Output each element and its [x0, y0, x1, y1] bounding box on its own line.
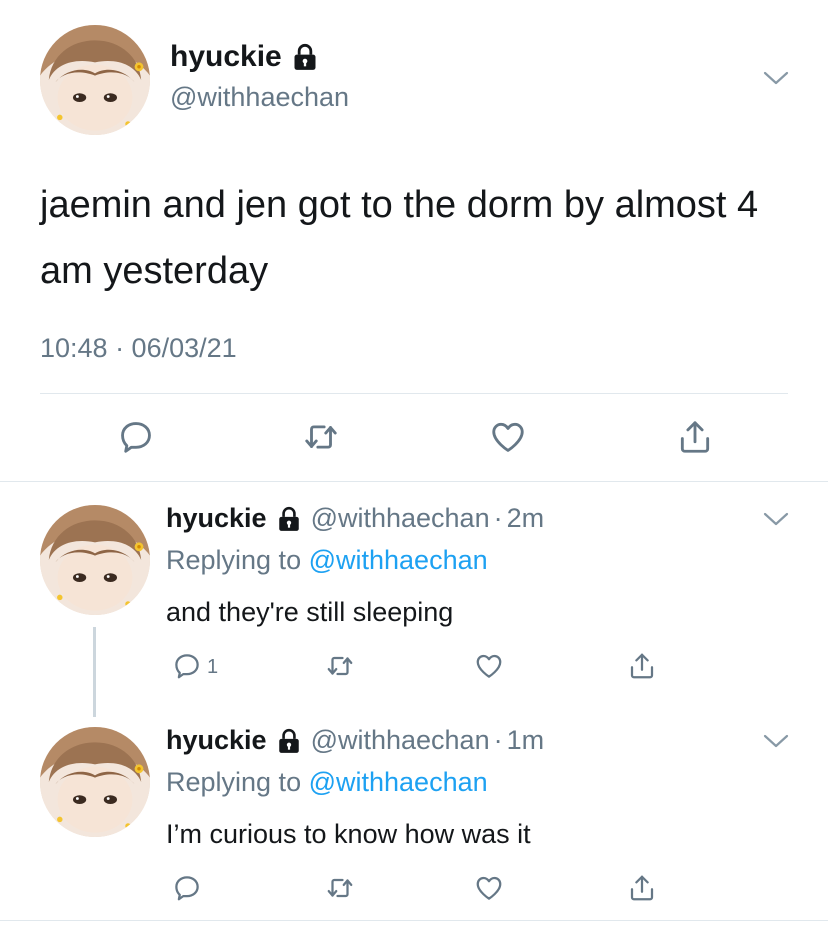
avatar[interactable] [40, 25, 150, 135]
like-icon [474, 873, 504, 903]
mention-link[interactable]: @withhaechan [309, 767, 488, 797]
reply-header: hyuckie @withhaechan · 1m [166, 725, 544, 756]
like-button[interactable] [474, 873, 504, 903]
separator: · [493, 503, 503, 533]
retweet-icon [302, 418, 340, 456]
user-handle[interactable]: @withhaechan [311, 503, 490, 534]
replying-to: Replying to @withhaechan [166, 767, 488, 798]
share-icon [627, 873, 657, 903]
share-button[interactable] [627, 873, 657, 903]
reply-icon [172, 873, 202, 903]
reply-header: hyuckie @withhaechan · 2m [166, 503, 544, 534]
share-icon [676, 418, 714, 456]
tweet-text: jaemin and jen got to the dorm by almost… [40, 184, 759, 292]
reply-button[interactable] [172, 873, 202, 903]
divider [0, 481, 828, 482]
reply-text: I’m curious to know how was it [166, 819, 531, 849]
retweet-button[interactable] [302, 418, 340, 456]
like-icon [474, 651, 504, 681]
retweet-icon [325, 651, 355, 681]
lock-icon [290, 43, 320, 71]
like-button[interactable] [474, 651, 504, 681]
divider [40, 393, 788, 394]
mention-link[interactable]: @withhaechan [309, 545, 488, 575]
chevron-down-icon[interactable] [763, 511, 789, 527]
display-name[interactable]: hyuckie [170, 40, 320, 74]
user-handle[interactable]: @withhaechan [311, 725, 490, 756]
avatar[interactable] [40, 727, 150, 837]
lock-icon [275, 728, 303, 754]
profile-photo-icon [40, 505, 150, 615]
share-icon [627, 651, 657, 681]
reply-button[interactable] [117, 418, 155, 456]
profile-photo-icon [40, 727, 150, 837]
display-name[interactable]: hyuckie [166, 503, 267, 534]
reply-icon [172, 651, 202, 681]
divider [0, 920, 828, 921]
reply-count: 1 [207, 656, 219, 678]
tweet-timestamp[interactable]: 10:48 · 06/03/21 [40, 333, 237, 364]
share-button[interactable] [627, 651, 657, 681]
share-button[interactable] [676, 418, 714, 456]
avatar[interactable] [40, 505, 150, 615]
display-name-text: hyuckie [170, 40, 282, 73]
profile-photo-icon [40, 25, 150, 135]
reply-time[interactable]: 1m [507, 725, 545, 756]
replying-prefix: Replying to [166, 767, 309, 797]
reply-icon [117, 418, 155, 456]
replying-to: Replying to @withhaechan [166, 545, 488, 576]
retweet-button[interactable] [325, 873, 355, 903]
lock-icon [275, 506, 303, 532]
retweet-button[interactable] [325, 651, 355, 681]
user-handle[interactable]: @withhaechan [170, 82, 349, 113]
reply-text: and they're still sleeping [166, 597, 454, 627]
separator: · [493, 725, 503, 755]
like-icon [489, 418, 527, 456]
thread-line [93, 627, 96, 717]
display-name[interactable]: hyuckie [166, 725, 267, 756]
chevron-down-icon[interactable] [763, 70, 789, 86]
reply-time[interactable]: 2m [507, 503, 545, 534]
retweet-icon [325, 873, 355, 903]
replying-prefix: Replying to [166, 545, 309, 575]
chevron-down-icon[interactable] [763, 733, 789, 749]
reply-button[interactable] [172, 651, 202, 681]
like-button[interactable] [489, 418, 527, 456]
